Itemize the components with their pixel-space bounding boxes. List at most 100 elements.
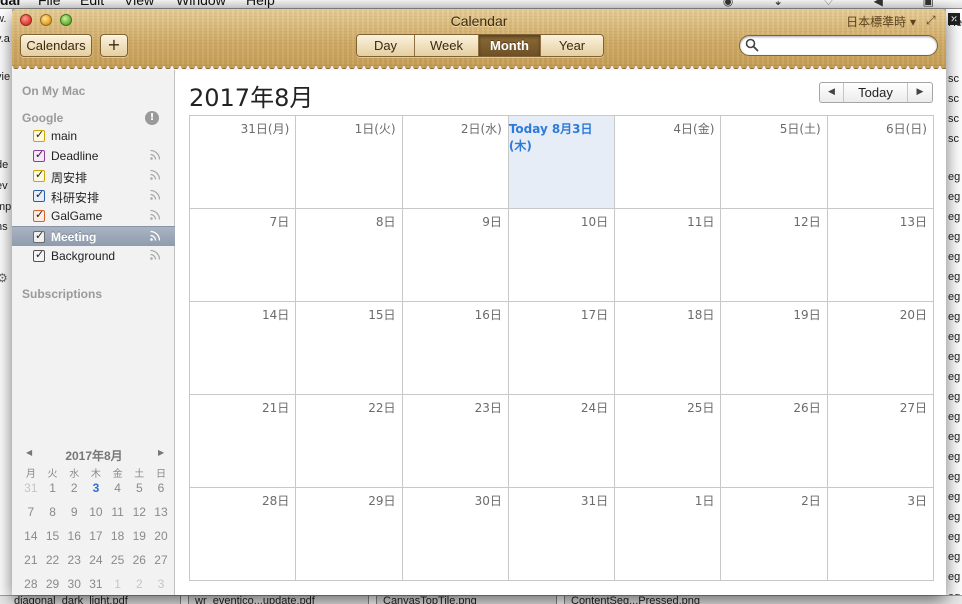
day-cell[interactable]: 22日 (296, 395, 403, 488)
day-cell[interactable]: 20日 (827, 302, 934, 395)
mini-day[interactable]: 27 (150, 553, 172, 577)
mini-day[interactable]: 25 (107, 553, 129, 577)
mini-day[interactable]: 15 (42, 529, 64, 553)
calendar-item-galgame[interactable]: ✓ GalGame (12, 206, 175, 226)
mini-day[interactable]: 21 (20, 553, 42, 577)
mini-day[interactable]: 31 (85, 577, 107, 595)
mini-day[interactable]: 9 (63, 505, 85, 529)
file-item[interactable]: ContentSeg...Pressed.png (556, 596, 700, 604)
mini-day[interactable]: 18 (107, 529, 129, 553)
file-item[interactable]: diagonal_dark_light.pdf (14, 596, 128, 604)
day-cell[interactable]: 19日 (721, 302, 828, 395)
view-month-button[interactable]: Month (479, 35, 541, 56)
view-day-button[interactable]: Day (357, 35, 415, 56)
menu-edit[interactable]: Edit (80, 0, 104, 8)
mini-day[interactable]: 31 (20, 481, 42, 505)
calendar-item-weekly[interactable]: ✓ 周安排 (12, 166, 175, 186)
day-cell[interactable]: 4日(金) (615, 116, 722, 209)
day-cell[interactable]: 24日 (508, 395, 616, 488)
day-cell[interactable]: 2日(水) (402, 116, 509, 209)
calendar-item-background[interactable]: ✓ Background (12, 246, 175, 266)
google-account-header[interactable]: Google (22, 111, 63, 125)
mini-day[interactable]: 16 (63, 529, 85, 553)
mini-day[interactable]: 30 (63, 577, 85, 595)
calendar-checkbox[interactable]: ✓ (33, 229, 45, 243)
day-cell[interactable]: 30日 (402, 488, 509, 581)
file-item[interactable]: wr_eventico...update.pdf (180, 596, 315, 604)
search-field[interactable] (739, 35, 938, 56)
calendar-checkbox[interactable]: ✓ (33, 208, 45, 222)
calendar-checkbox[interactable]: ✓ (33, 188, 45, 202)
day-cell[interactable]: 5日(土) (721, 116, 828, 209)
calendar-checkbox[interactable]: ✓ (33, 128, 45, 142)
mini-day[interactable]: 7 (20, 505, 42, 529)
mini-day[interactable]: 4 (107, 481, 129, 505)
calendar-checkbox[interactable]: ✓ (33, 168, 45, 182)
day-cell[interactable]: 31日(月) (190, 116, 297, 209)
day-cell[interactable]: 12日 (721, 209, 828, 302)
day-cell[interactable]: 18日 (615, 302, 722, 395)
day-cell[interactable]: 27日 (827, 395, 934, 488)
day-cell[interactable]: 7日 (190, 209, 297, 302)
subscriptions-header[interactable]: Subscriptions (22, 287, 102, 301)
menu-file[interactable]: File (38, 0, 61, 8)
calendar-checkbox[interactable]: ✓ (33, 248, 45, 262)
calendar-checkbox[interactable]: ✓ (33, 148, 45, 162)
day-cell[interactable]: 26日 (721, 395, 828, 488)
mini-day[interactable]: 1 (107, 577, 129, 595)
mini-day[interactable]: 6 (150, 481, 172, 505)
calendars-button[interactable]: Calendars (20, 34, 92, 57)
mini-day[interactable]: 22 (42, 553, 64, 577)
mini-day[interactable]: 13 (150, 505, 172, 529)
day-cell[interactable]: 10日 (508, 209, 616, 302)
day-cell-today[interactable]: Today 8月3日(木) (508, 116, 616, 209)
mini-day[interactable]: 20 (150, 529, 172, 553)
gear-icon[interactable]: ⚙ (0, 271, 9, 285)
day-cell[interactable]: 3日 (827, 488, 934, 581)
file-item[interactable]: CanvasTopTile.png (368, 596, 477, 604)
menu-view[interactable]: View (124, 0, 154, 8)
calendar-item-deadline[interactable]: ✓ Deadline (12, 146, 175, 166)
day-cell[interactable]: 31日 (508, 488, 616, 581)
mini-day[interactable]: 26 (128, 553, 150, 577)
day-cell[interactable]: 17日 (508, 302, 616, 395)
mini-day[interactable]: 1 (42, 481, 64, 505)
mini-day[interactable]: 29 (42, 577, 64, 595)
menu-window[interactable]: Window (176, 0, 226, 8)
mini-day[interactable]: 2 (128, 577, 150, 595)
view-week-button[interactable]: Week (415, 35, 479, 56)
on-my-mac-header[interactable]: On My Mac (22, 84, 85, 98)
day-cell[interactable]: 9日 (402, 209, 509, 302)
day-cell[interactable]: 14日 (190, 302, 297, 395)
day-cell[interactable]: 25日 (615, 395, 722, 488)
mini-day[interactable]: 24 (85, 553, 107, 577)
add-event-button[interactable]: + (100, 34, 128, 57)
day-cell[interactable]: 23日 (402, 395, 509, 488)
day-cell[interactable]: 6日(日) (827, 116, 934, 209)
today-button[interactable]: Today (844, 83, 908, 102)
day-cell[interactable]: 16日 (402, 302, 509, 395)
mini-day[interactable]: 12 (128, 505, 150, 529)
mini-day[interactable]: 3 (150, 577, 172, 595)
day-cell[interactable]: 13日 (827, 209, 934, 302)
menu-app-name[interactable]: dar (0, 0, 22, 8)
day-cell[interactable]: 15日 (296, 302, 403, 395)
timezone-selector[interactable]: 日本標準時 ▾ (846, 13, 916, 30)
mini-day[interactable]: 10 (85, 505, 107, 529)
day-cell[interactable]: 29日 (296, 488, 403, 581)
next-month-button[interactable]: ▶ (908, 83, 932, 102)
calendar-item-research[interactable]: ✓ 科研安排 (12, 186, 175, 206)
mini-day[interactable]: 28 (20, 577, 42, 595)
menu-extras-icons[interactable]: ◉ ⇣ ♡ ◀ ▣ (723, 0, 952, 8)
mini-next-month-arrow[interactable]: ▶ (158, 448, 164, 457)
calendar-item-main[interactable]: ✓ main (12, 126, 175, 146)
day-cell[interactable]: 11日 (615, 209, 722, 302)
mini-day[interactable]: 11 (107, 505, 129, 529)
title-bar[interactable]: Calendar 日本標準時 ▾ ⤢ Calendars + Day Week … (12, 9, 946, 73)
mini-day[interactable]: 17 (85, 529, 107, 553)
day-cell[interactable]: 1日(火) (296, 116, 403, 209)
mini-day[interactable]: 14 (20, 529, 42, 553)
day-cell[interactable]: 1日 (615, 488, 722, 581)
day-cell[interactable]: 21日 (190, 395, 297, 488)
day-cell[interactable]: 28日 (190, 488, 297, 581)
